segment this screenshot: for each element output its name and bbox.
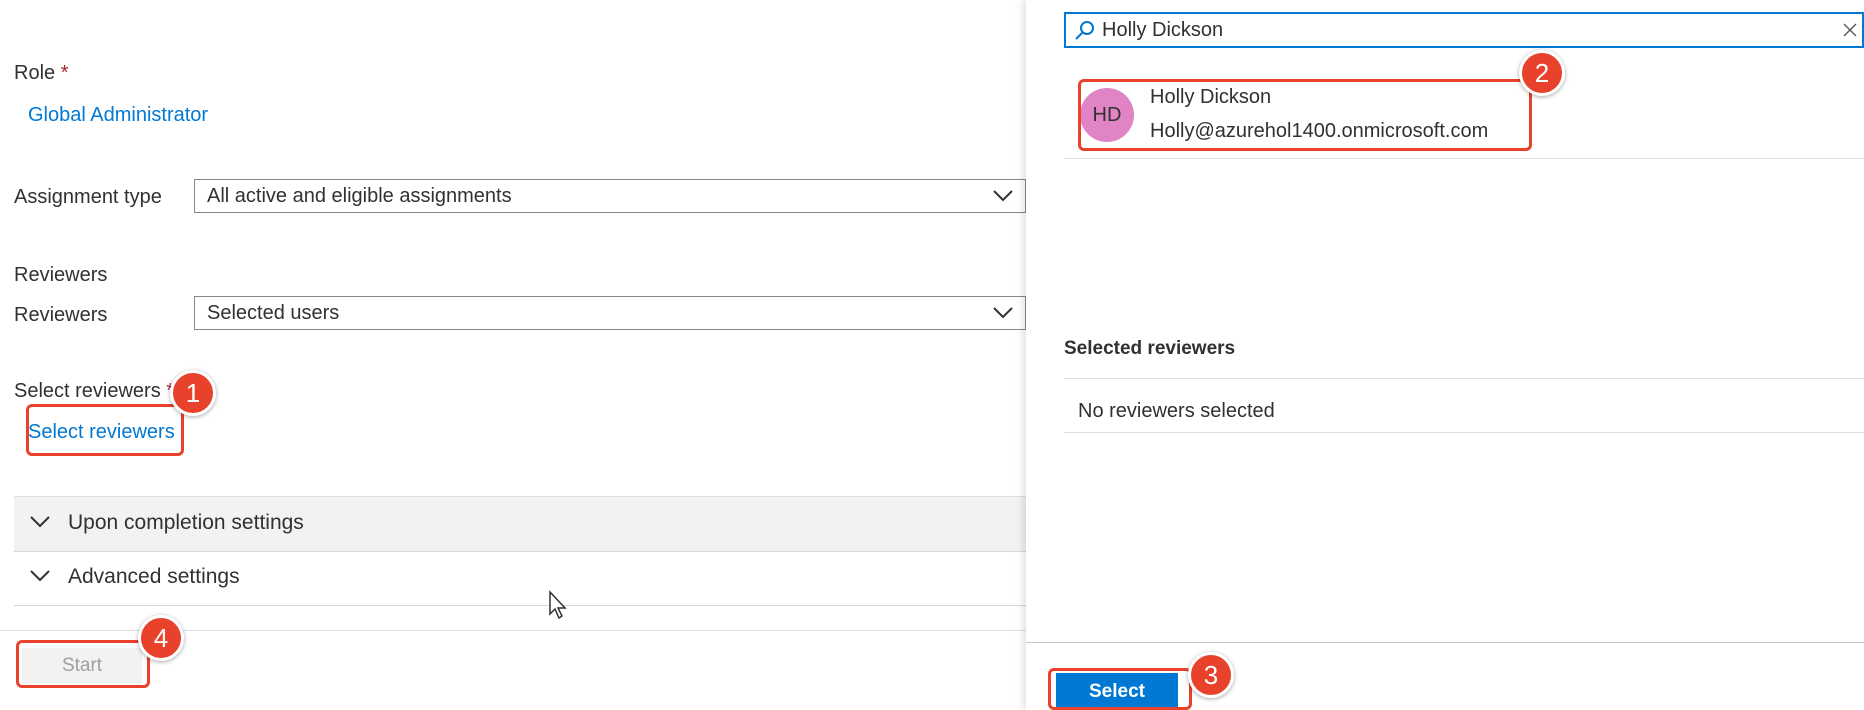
- search-input[interactable]: Holly Dickson: [1064, 12, 1864, 48]
- annotation-box-3: [1048, 668, 1192, 710]
- annotation-box-2: [1078, 79, 1532, 151]
- reviewers-dropdown[interactable]: Selected users: [194, 296, 1026, 330]
- annotation-badge-3: 3: [1188, 652, 1234, 698]
- result-divider: [1064, 158, 1864, 159]
- reviewers-label: Reviewers: [14, 304, 108, 326]
- selected-divider-bottom: [1064, 432, 1864, 433]
- select-reviewers-panel: Holly Dickson HD Holly Dickson Holly@azu…: [1026, 0, 1864, 710]
- role-value-link[interactable]: Global Administrator: [28, 104, 208, 127]
- assignment-type-dropdown[interactable]: All active and eligible assignments: [194, 179, 1026, 213]
- chevron-down-icon: [993, 190, 1013, 202]
- chevron-down-icon: [30, 516, 50, 528]
- annotation-badge-1: 1: [170, 370, 216, 416]
- reviewers-heading: Reviewers: [14, 264, 108, 286]
- no-reviewers-text: No reviewers selected: [1078, 400, 1275, 422]
- section-label: Advanced settings: [68, 565, 240, 588]
- section-label: Upon completion settings: [68, 511, 304, 534]
- search-icon: [1075, 21, 1094, 40]
- select-reviewers-label: Select reviewers *: [14, 380, 174, 403]
- annotation-badge-4: 4: [138, 615, 184, 661]
- selected-reviewers-heading: Selected reviewers: [1064, 338, 1236, 359]
- chevron-down-icon: [30, 570, 50, 582]
- annotation-box-4: [16, 640, 150, 688]
- annotation-badge-2: 2: [1519, 50, 1565, 96]
- role-label: Role *: [14, 62, 69, 84]
- annotation-box-1: [26, 404, 184, 456]
- reviewers-value: Selected users: [207, 302, 340, 324]
- assignment-type-label: Assignment type: [14, 186, 162, 208]
- assignment-type-value: All active and eligible assignments: [207, 185, 512, 207]
- clear-search-icon[interactable]: [1842, 22, 1858, 38]
- selected-divider-top: [1064, 378, 1864, 379]
- upon-completion-settings-section[interactable]: Upon completion settings: [14, 496, 1026, 552]
- panel-footer-divider: [1026, 642, 1864, 643]
- search-value: Holly Dickson: [1102, 19, 1224, 41]
- chevron-down-icon: [993, 307, 1013, 319]
- advanced-settings-section[interactable]: Advanced settings: [14, 551, 1026, 606]
- required-mark: *: [60, 62, 69, 84]
- mouse-cursor-icon: [549, 590, 567, 620]
